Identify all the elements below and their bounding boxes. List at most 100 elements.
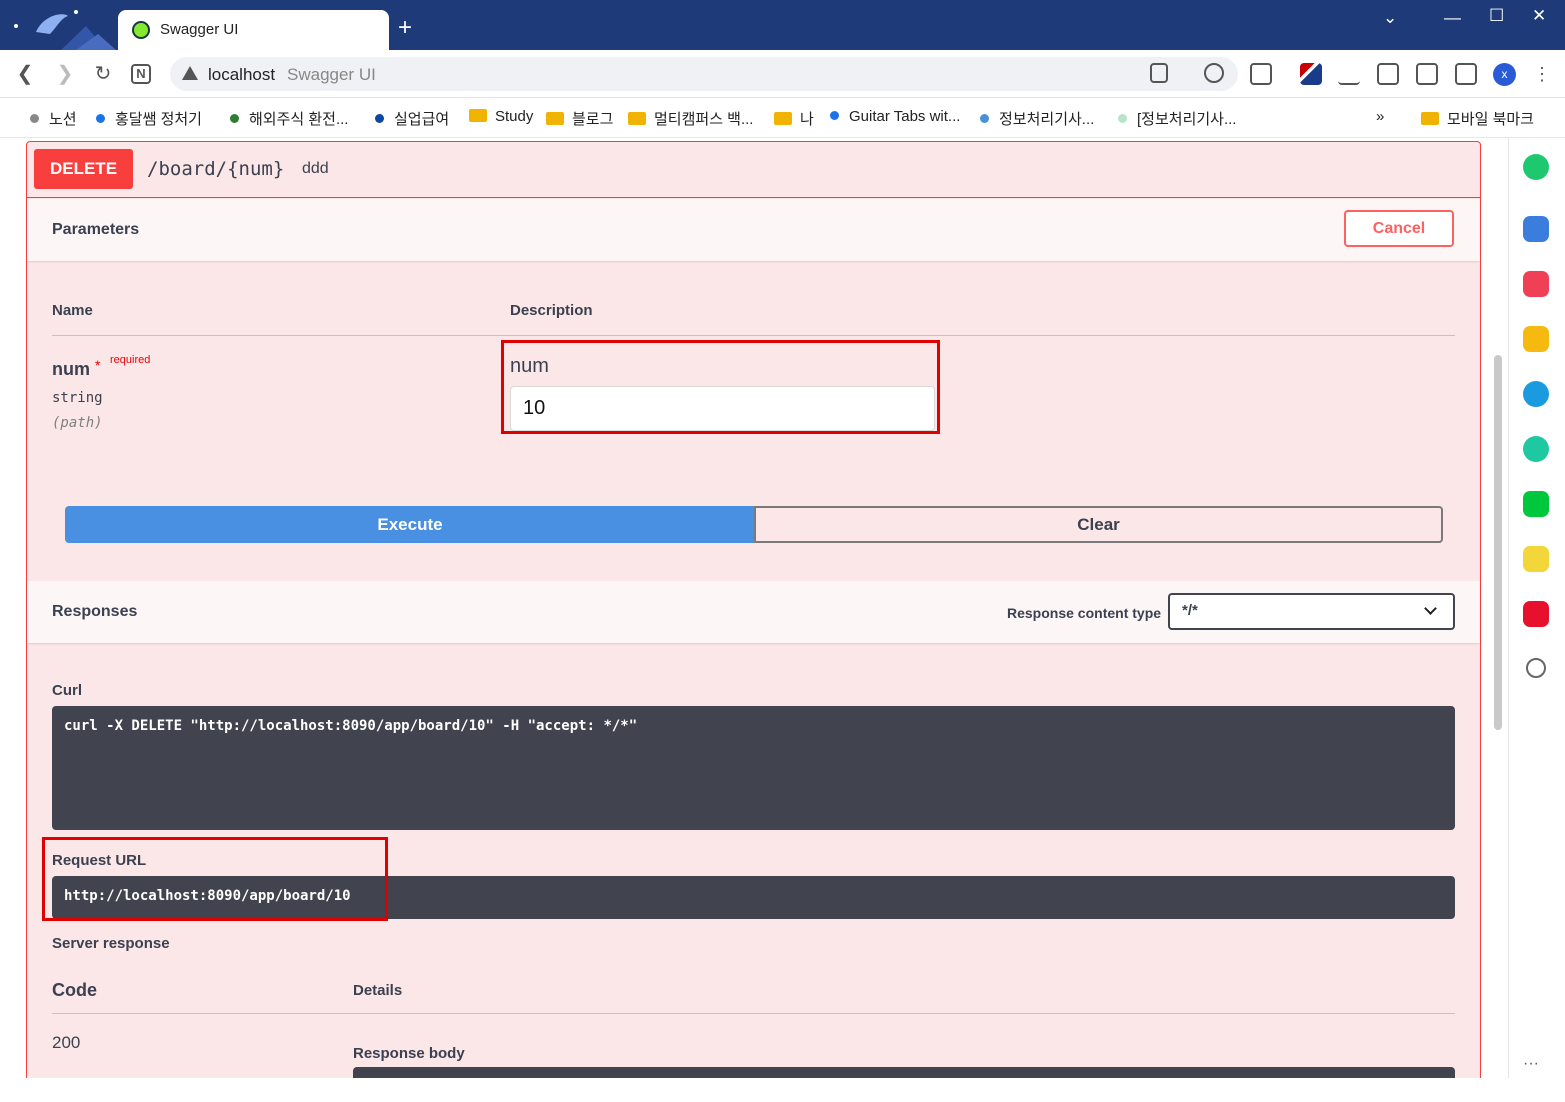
play-app-icon[interactable] (1523, 436, 1549, 462)
forward-icon[interactable]: ❯ (53, 62, 77, 86)
bookmark-label: 모바일 북마크 (1447, 111, 1534, 128)
extensions-puzzle-icon[interactable] (1250, 63, 1272, 85)
bookmark-label: 해외주식 환전... (249, 111, 349, 128)
browser-titlebar: Swagger UI + ⌄ — ☐ ✕ (0, 0, 1565, 50)
clear-button[interactable]: Clear (754, 506, 1443, 543)
response-body-box[interactable] (353, 1067, 1455, 1078)
bookmark-label: Guitar Tabs wit... (849, 108, 961, 125)
bookmark-label: » (1376, 108, 1385, 125)
bookmark-label: 홍달쌤 정처기 (115, 111, 202, 128)
bookmark-label: Study (495, 108, 534, 125)
response-body-label: Response body (353, 1045, 465, 1062)
bookmark-favicon-icon (1118, 114, 1127, 123)
bookmarks-overflow-button[interactable]: » (1376, 108, 1384, 125)
highlight-box-request-url (42, 837, 388, 921)
bookmark-item[interactable]: 홍달쌤 정처기 (96, 108, 202, 129)
maximize-icon[interactable]: ☐ (1489, 6, 1504, 26)
cancel-button[interactable]: Cancel (1344, 210, 1454, 247)
downloads-icon[interactable] (1338, 63, 1360, 85)
add-app-icon[interactable] (1526, 658, 1546, 678)
new-tab-button[interactable]: + (398, 16, 412, 40)
divider (52, 335, 1455, 336)
curl-command-box[interactable]: curl -X DELETE "http://localhost:8090/ap… (52, 706, 1455, 830)
share-icon[interactable] (1150, 63, 1168, 83)
page-scrollbar[interactable] (1494, 355, 1502, 730)
bookmark-item[interactable]: 블로그 (546, 108, 613, 129)
profile-avatar[interactable]: x (1493, 63, 1516, 86)
star-favorites-icon[interactable] (1523, 326, 1549, 352)
bookmark-label: [정보처리기사... (1137, 111, 1237, 128)
folder-icon (1421, 112, 1439, 125)
back-icon[interactable]: ❮ (13, 62, 37, 86)
memo-icon[interactable] (1523, 546, 1549, 572)
screen-cast-icon[interactable] (1377, 63, 1399, 85)
bookmark-label: 정보처리기사... (999, 111, 1095, 128)
response-content-type-label: Response content type (1007, 605, 1162, 621)
execute-button[interactable]: Execute (65, 506, 755, 543)
tab-search-chevron-icon[interactable]: ⌄ (1383, 8, 1397, 28)
minimize-icon[interactable]: — (1444, 8, 1461, 28)
bookmark-item[interactable]: 실업급여 (375, 108, 449, 129)
parameters-header: Parameters Cancel (27, 199, 1480, 261)
more-menu-icon[interactable]: ⋮ (1530, 62, 1554, 86)
translate-flag-icon[interactable] (1300, 63, 1322, 85)
bookmark-label: 블로그 (572, 111, 614, 128)
bookmark-favicon-icon (96, 114, 105, 123)
notion-extension-icon[interactable]: N (131, 64, 151, 84)
bookmark-label: 멀티캠퍼스 백... (654, 111, 754, 128)
map-app-icon[interactable] (1523, 381, 1549, 407)
now-app-icon[interactable] (1523, 601, 1549, 627)
url-host: localhost (208, 65, 276, 84)
operation-block-delete: DELETE /board/{num} ddd Parameters Cance… (26, 141, 1481, 1078)
folder-icon (774, 112, 792, 125)
favorites-star-icon[interactable] (1204, 63, 1224, 83)
url-page-title: Swagger UI (287, 65, 376, 84)
operation-summary[interactable]: DELETE /board/{num} ddd (27, 142, 1480, 198)
response-status-code: 200 (52, 1033, 81, 1052)
bookmark-item[interactable]: Guitar Tabs wit... (830, 108, 960, 125)
browser-tab-swagger[interactable]: Swagger UI (118, 10, 389, 50)
bookmark-favicon-icon (980, 114, 989, 123)
reload-icon[interactable]: ↻ (91, 62, 115, 86)
not-secure-warning-icon[interactable] (182, 66, 198, 80)
tab-title: Swagger UI (160, 21, 239, 38)
bookmark-item[interactable]: 노션 (30, 108, 77, 129)
chat-app-icon[interactable] (1523, 154, 1549, 180)
folder-icon (628, 112, 646, 125)
highlight-box-parameter (501, 340, 940, 434)
bookmark-item[interactable]: 나 (774, 108, 814, 129)
briefcase-icon[interactable] (1523, 216, 1549, 242)
bookmark-label: 나 (800, 111, 814, 128)
sidebar-more-icon[interactable]: ··· (1523, 1056, 1549, 1072)
parameter-name: num (52, 359, 90, 379)
response-content-type-value: */* (1182, 602, 1198, 619)
chevron-down-icon (1424, 602, 1437, 615)
screenshot-icon[interactable] (1416, 63, 1438, 85)
address-bar[interactable]: localhost Swagger UI (170, 57, 1238, 91)
column-header-description: Description (510, 302, 593, 319)
code-column-header: Code (52, 980, 97, 1000)
browser-toolbar: ❮ ❯ ↻ N localhost Swagger UI x ⋮ (0, 50, 1565, 98)
close-icon[interactable]: ✕ (1532, 6, 1546, 26)
swagger-page: DELETE /board/{num} ddd Parameters Cance… (0, 138, 1494, 1078)
bookmark-label: 노션 (49, 111, 77, 128)
parameter-location: (path) (52, 415, 103, 431)
required-label: required (110, 354, 151, 366)
bookmark-favicon-icon (30, 114, 39, 123)
operation-description: ddd (302, 160, 329, 177)
split-screen-icon[interactable] (1455, 63, 1477, 85)
http-method-badge: DELETE (34, 149, 133, 189)
bookmark-item[interactable]: 정보처리기사... (980, 108, 1094, 129)
bookmark-item[interactable]: 멀티캠퍼스 백... (628, 108, 753, 129)
bookmark-item[interactable]: Study (469, 108, 533, 125)
webtoon-icon[interactable] (1523, 491, 1549, 517)
bookmark-favicon-icon (830, 111, 839, 120)
bookmark-item[interactable]: [정보처리기사... (1118, 108, 1236, 129)
bookmark-item[interactable]: 모바일 북마크 (1421, 108, 1534, 129)
bookmarks-bar: 노션 홍달쌤 정처기 해외주식 환전... 실업급여 Study 블로그 멀티캠퍼스 백..… (0, 98, 1565, 138)
parameter-type: string (52, 390, 103, 406)
bookmark-item[interactable]: 해외주식 환전... (230, 108, 348, 129)
pocket-icon[interactable] (1523, 271, 1549, 297)
response-content-type-select[interactable]: */* (1168, 593, 1455, 630)
responses-title: Responses (52, 603, 138, 620)
